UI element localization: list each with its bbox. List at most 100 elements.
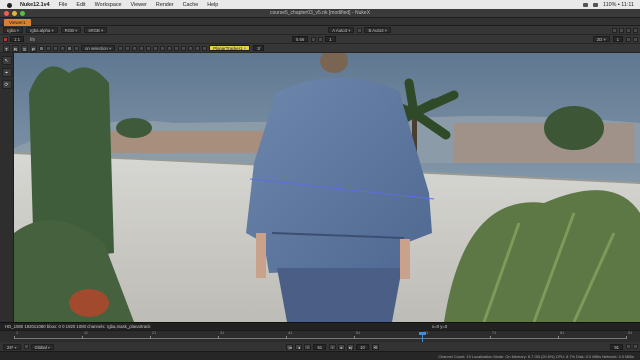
align-icon[interactable] <box>146 45 152 51</box>
gain-slider-icon[interactable] <box>311 36 317 42</box>
lut-dropdown[interactable]: sRGB <box>84 27 108 33</box>
plane-icon[interactable] <box>118 45 124 51</box>
timeline-tick-label: 31 <box>220 331 225 335</box>
play-forward-button[interactable]: ▸ <box>338 343 346 350</box>
menu-render[interactable]: Render <box>156 2 174 8</box>
rectangle-icon[interactable] <box>202 45 208 51</box>
ellipse-icon[interactable] <box>195 45 201 51</box>
frame-range-field[interactable]: 1f <box>252 45 265 51</box>
tool-p[interactable]: P <box>30 44 37 52</box>
bspline-icon[interactable] <box>188 45 194 51</box>
wifi-icon[interactable] <box>583 2 589 7</box>
node-dropdown[interactable]: PlanarTracker1 <box>209 45 250 51</box>
menu-cache[interactable]: Cache <box>183 2 199 8</box>
track-next-icon[interactable] <box>60 45 65 51</box>
right-hand <box>400 239 410 279</box>
gamma-field[interactable]: 1 <box>325 36 336 42</box>
record-icon[interactable] <box>3 36 8 42</box>
select-tool-icon[interactable]: ↖ <box>1 56 12 65</box>
menu-edit[interactable]: Edit <box>76 2 85 8</box>
lock-icon[interactable] <box>633 36 638 42</box>
frame-field[interactable]: 1:1 <box>10 36 24 42</box>
global-range-dropdown[interactable]: Global <box>30 343 54 350</box>
rotate-tool-icon[interactable]: ⟳ <box>1 80 12 89</box>
bbox-icon[interactable] <box>153 45 159 51</box>
viewer-canvas[interactable] <box>14 53 640 322</box>
proxy-dropdown[interactable]: 2D <box>592 36 610 42</box>
input-b-dropdown[interactable]: B Auto3 <box>364 27 391 33</box>
frame-number-field[interactable]: 1 <box>612 36 623 42</box>
playhead[interactable] <box>419 332 426 343</box>
zoom-icon[interactable] <box>612 27 617 33</box>
menu-viewer[interactable]: Viewer <box>131 2 147 8</box>
viewer-info-bar: HD_1080 1920x1080 bbox: 0 0 1920 1080 ch… <box>0 322 640 330</box>
roi-icon[interactable] <box>626 27 631 33</box>
track-stop-icon[interactable] <box>53 45 58 51</box>
dope-icon[interactable] <box>160 45 166 51</box>
transform-tool-icon[interactable]: ⌖ <box>1 68 12 77</box>
wipe-icon[interactable] <box>357 27 363 33</box>
proxy-icon[interactable] <box>619 27 624 33</box>
viewer-tool-strip: ↖ ⌖ ⟳ <box>0 53 14 323</box>
status-text: Channel Count: 19 Localization Mode: On … <box>438 354 634 359</box>
viewer-toolbar-channels: rgba rgba.alpha RGB sRGB A Auto3 B Auto3 <box>0 26 640 35</box>
reference-frame-icon[interactable] <box>139 45 145 51</box>
pause-icon[interactable] <box>633 27 638 33</box>
viewer-toolbar-exposure: 1:1 f/8 0.66 1 2D 1 <box>0 35 640 44</box>
loop-button[interactable]: ⟲ <box>371 343 379 350</box>
menu-workspace[interactable]: Workspace <box>95 2 122 8</box>
fps-dropdown[interactable]: 24* <box>3 343 21 350</box>
track-backward-icon[interactable] <box>39 45 44 51</box>
gamma-icon[interactable] <box>318 36 324 42</box>
close-window-button[interactable] <box>4 11 9 16</box>
tracking-mode-dropdown[interactable]: on selection <box>81 45 116 51</box>
timeline[interactable]: 1 11 21 31 41 51 61 71 81 91 <box>0 330 640 343</box>
grid-icon[interactable] <box>132 45 138 51</box>
timeline-track[interactable] <box>14 338 626 339</box>
timeline-tick <box>150 336 151 339</box>
window-controls <box>4 11 25 16</box>
track-forward-icon[interactable] <box>67 45 72 51</box>
timeline-tick-label: 91 <box>628 331 633 335</box>
keyframe-icon[interactable] <box>74 45 79 51</box>
channel-dropdown[interactable]: rgba.alpha <box>25 27 58 33</box>
status-bar: Channel Count: 19 Localization Mode: On … <box>0 351 640 360</box>
track-prev-icon[interactable] <box>46 45 51 51</box>
minimize-window-button[interactable] <box>12 11 17 16</box>
zoom-window-button[interactable] <box>20 11 25 16</box>
timeline-tick-label: 21 <box>152 331 157 335</box>
play-backward-button[interactable]: ◂ <box>295 343 303 350</box>
menu-file[interactable]: File <box>59 2 68 8</box>
timeline-tick-label: 51 <box>356 331 361 335</box>
bezier-icon[interactable] <box>181 45 187 51</box>
timeline-tick <box>354 336 355 339</box>
shape-icon[interactable] <box>174 45 180 51</box>
tool-s[interactable]: S <box>21 44 28 52</box>
timeline-tick-label: 81 <box>560 331 565 335</box>
input-a-dropdown[interactable]: A Auto3 <box>328 27 355 33</box>
timeline-settings-icon[interactable] <box>633 344 639 349</box>
gain-field[interactable]: 0.66 <box>291 36 309 42</box>
display-dropdown[interactable]: RGB <box>60 27 82 33</box>
last-frame-button[interactable]: ▸| <box>347 343 355 350</box>
layer-dropdown[interactable]: rgba <box>3 27 23 33</box>
in-point-icon[interactable] <box>23 344 29 349</box>
step-field[interactable]: 10 <box>356 343 369 350</box>
end-frame-field[interactable]: 91 <box>610 343 624 350</box>
first-frame-button[interactable]: |◂ <box>286 343 294 350</box>
tool-t[interactable]: T <box>3 44 10 52</box>
app-menu[interactable]: Nuke12.1v4 <box>20 2 50 8</box>
feather-icon[interactable] <box>167 45 173 51</box>
prev-frame-button[interactable]: ‹ <box>304 343 312 350</box>
corner-pin-icon[interactable] <box>125 45 131 51</box>
next-frame-button[interactable]: › <box>329 343 337 350</box>
tool-r[interactable]: R <box>12 44 19 52</box>
menu-help[interactable]: Help <box>207 2 218 8</box>
apple-icon[interactable] <box>6 1 14 8</box>
battery-icon[interactable] <box>593 2 599 7</box>
planar-tracker-toolbar: T R S P on selection PlanarTracker1 1f <box>0 44 640 53</box>
tab-viewer1[interactable]: Viewer1 <box>4 19 31 26</box>
out-point-icon[interactable] <box>626 344 632 349</box>
current-frame-field[interactable]: 61 <box>313 343 327 350</box>
clip-warning-icon[interactable] <box>626 36 631 42</box>
